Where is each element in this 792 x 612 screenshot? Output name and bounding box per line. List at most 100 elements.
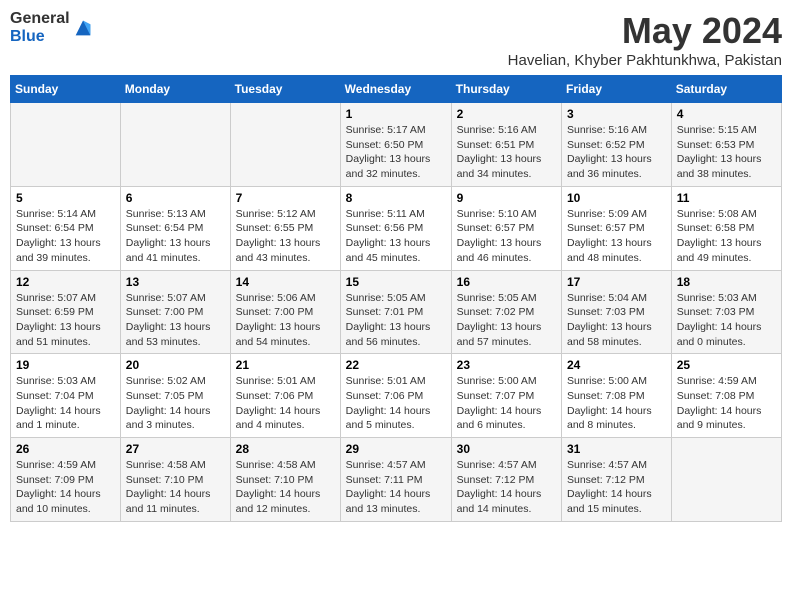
calendar-cell: 25Sunrise: 4:59 AMSunset: 7:08 PMDayligh… (671, 354, 781, 438)
day-number: 19 (16, 358, 115, 372)
day-info: Sunrise: 4:57 AMSunset: 7:12 PMDaylight:… (567, 458, 666, 517)
calendar-cell: 22Sunrise: 5:01 AMSunset: 7:06 PMDayligh… (340, 354, 451, 438)
day-info: Sunrise: 5:09 AMSunset: 6:57 PMDaylight:… (567, 207, 666, 266)
day-number: 12 (16, 275, 115, 289)
calendar-cell: 11Sunrise: 5:08 AMSunset: 6:58 PMDayligh… (671, 186, 781, 270)
header-day-sunday: Sunday (11, 76, 121, 103)
day-info: Sunrise: 5:02 AMSunset: 7:05 PMDaylight:… (126, 374, 225, 433)
day-number: 16 (457, 275, 556, 289)
day-number: 5 (16, 191, 115, 205)
day-number: 3 (567, 107, 666, 121)
week-row-3: 12Sunrise: 5:07 AMSunset: 6:59 PMDayligh… (11, 270, 782, 354)
calendar-cell: 30 Sunrise: 4:57 AMSunset: 7:12 PMDayligh… (451, 438, 561, 522)
logo: General Blue (10, 10, 94, 45)
day-number: 1 (346, 107, 446, 121)
day-number: 30 (457, 442, 556, 456)
week-row-1: 1 Sunrise: 5:17 AMSunset: 6:50 PMDaylight… (11, 103, 782, 187)
day-info: Sunrise: 5:10 AMSunset: 6:57 PMDaylight:… (457, 207, 556, 266)
day-number: 23 (457, 358, 556, 372)
calendar-cell: 27 Sunrise: 4:58 AMSunset: 7:10 PMDayligh… (120, 438, 230, 522)
calendar-cell (230, 103, 340, 187)
calendar-cell: 6 Sunrise: 5:13 AMSunset: 6:54 PMDaylight… (120, 186, 230, 270)
day-number: 24 (567, 358, 666, 372)
day-number: 29 (346, 442, 446, 456)
day-info: Sunrise: 5:04 AMSunset: 7:03 PMDaylight:… (567, 291, 666, 350)
day-info: Sunrise: 5:14 AMSunset: 6:54 PMDaylight:… (16, 207, 115, 266)
title-block: May 2024 Havelian, Khyber Pakhtunkhwa, P… (508, 10, 782, 69)
day-info: Sunrise: 5:01 AMSunset: 7:06 PMDaylight:… (346, 374, 446, 433)
calendar-cell: 28 Sunrise: 4:58 AMSunset: 7:10 PMDayligh… (230, 438, 340, 522)
header-day-monday: Monday (120, 76, 230, 103)
day-number: 13 (126, 275, 225, 289)
day-info: Sunrise: 5:00 AMSunset: 7:08 PMDaylight:… (567, 374, 666, 433)
calendar-cell: 1 Sunrise: 5:17 AMSunset: 6:50 PMDaylight… (340, 103, 451, 187)
calendar-cell: 15 Sunrise: 5:05 AMSunset: 7:01 PMDayligh… (340, 270, 451, 354)
calendar-cell: 9 Sunrise: 5:10 AMSunset: 6:57 PMDaylight… (451, 186, 561, 270)
calendar-cell: 29Sunrise: 4:57 AMSunset: 7:11 PMDayligh… (340, 438, 451, 522)
day-number: 14 (236, 275, 335, 289)
logo-icon (72, 17, 94, 39)
day-info: Sunrise: 5:16 AMSunset: 6:52 PMDaylight:… (567, 123, 666, 182)
calendar-cell (120, 103, 230, 187)
day-info: Sunrise: 5:05 AMSunset: 7:02 PMDaylight:… (457, 291, 556, 350)
logo-general-text: General (10, 10, 70, 28)
calendar-cell: 12Sunrise: 5:07 AMSunset: 6:59 PMDayligh… (11, 270, 121, 354)
calendar-cell: 7 Sunrise: 5:12 AMSunset: 6:55 PMDaylight… (230, 186, 340, 270)
day-number: 10 (567, 191, 666, 205)
day-number: 15 (346, 275, 446, 289)
day-number: 7 (236, 191, 335, 205)
calendar-cell: 14 Sunrise: 5:06 AMSunset: 7:00 PMDayligh… (230, 270, 340, 354)
day-info: Sunrise: 5:00 AMSunset: 7:07 PMDaylight:… (457, 374, 556, 433)
day-info: Sunrise: 5:13 AMSunset: 6:54 PMDaylight:… (126, 207, 225, 266)
header-day-saturday: Saturday (671, 76, 781, 103)
day-info: Sunrise: 5:05 AMSunset: 7:01 PMDaylight:… (346, 291, 446, 350)
day-info: Sunrise: 5:12 AMSunset: 6:55 PMDaylight:… (236, 207, 335, 266)
day-number: 31 (567, 442, 666, 456)
header-day-friday: Friday (562, 76, 672, 103)
location-title: Havelian, Khyber Pakhtunkhwa, Pakistan (508, 52, 782, 69)
calendar-cell: 16 Sunrise: 5:05 AMSunset: 7:02 PMDayligh… (451, 270, 561, 354)
day-number: 21 (236, 358, 335, 372)
day-number: 9 (457, 191, 556, 205)
day-number: 28 (236, 442, 335, 456)
day-info: Sunrise: 5:07 AMSunset: 7:00 PMDaylight:… (126, 291, 225, 350)
day-info: Sunrise: 5:03 AMSunset: 7:04 PMDaylight:… (16, 374, 115, 433)
week-row-5: 26 Sunrise: 4:59 AMSunset: 7:09 PMDayligh… (11, 438, 782, 522)
header-day-wednesday: Wednesday (340, 76, 451, 103)
day-info: Sunrise: 5:01 AMSunset: 7:06 PMDaylight:… (236, 374, 335, 433)
day-info: Sunrise: 5:06 AMSunset: 7:00 PMDaylight:… (236, 291, 335, 350)
day-info: Sunrise: 4:58 AMSunset: 7:10 PMDaylight:… (126, 458, 225, 517)
day-number: 11 (677, 191, 776, 205)
page-header: General Blue May 2024 Havelian, Khyber P… (10, 10, 782, 69)
calendar-cell (671, 438, 781, 522)
day-number: 26 (16, 442, 115, 456)
day-info: Sunrise: 4:58 AMSunset: 7:10 PMDaylight:… (236, 458, 335, 517)
calendar-cell: 4Sunrise: 5:15 AMSunset: 6:53 PMDaylight… (671, 103, 781, 187)
day-info: Sunrise: 5:17 AMSunset: 6:50 PMDaylight:… (346, 123, 446, 182)
day-number: 27 (126, 442, 225, 456)
day-number: 18 (677, 275, 776, 289)
calendar-cell: 20 Sunrise: 5:02 AMSunset: 7:05 PMDayligh… (120, 354, 230, 438)
calendar-cell: 31 Sunrise: 4:57 AMSunset: 7:12 PMDayligh… (562, 438, 672, 522)
week-row-2: 5 Sunrise: 5:14 AMSunset: 6:54 PMDaylight… (11, 186, 782, 270)
calendar-cell: 19 Sunrise: 5:03 AMSunset: 7:04 PMDayligh… (11, 354, 121, 438)
calendar-cell: 24 Sunrise: 5:00 AMSunset: 7:08 PMDayligh… (562, 354, 672, 438)
calendar-cell: 10 Sunrise: 5:09 AMSunset: 6:57 PMDayligh… (562, 186, 672, 270)
day-number: 6 (126, 191, 225, 205)
day-number: 20 (126, 358, 225, 372)
day-number: 2 (457, 107, 556, 121)
day-number: 8 (346, 191, 446, 205)
day-info: Sunrise: 4:57 AMSunset: 7:12 PMDaylight:… (457, 458, 556, 517)
day-number: 25 (677, 358, 776, 372)
day-info: Sunrise: 5:03 AMSunset: 7:03 PMDaylight:… (677, 291, 776, 350)
week-row-4: 19 Sunrise: 5:03 AMSunset: 7:04 PMDayligh… (11, 354, 782, 438)
header-day-tuesday: Tuesday (230, 76, 340, 103)
calendar-cell: 26 Sunrise: 4:59 AMSunset: 7:09 PMDayligh… (11, 438, 121, 522)
calendar-cell: 2Sunrise: 5:16 AMSunset: 6:51 PMDaylight… (451, 103, 561, 187)
calendar-cell: 5 Sunrise: 5:14 AMSunset: 6:54 PMDaylight… (11, 186, 121, 270)
logo-blue-text: Blue (10, 28, 70, 46)
day-info: Sunrise: 4:59 AMSunset: 7:09 PMDaylight:… (16, 458, 115, 517)
calendar-cell: 18 Sunrise: 5:03 AMSunset: 7:03 PMDayligh… (671, 270, 781, 354)
day-info: Sunrise: 5:11 AMSunset: 6:56 PMDaylight:… (346, 207, 446, 266)
day-number: 17 (567, 275, 666, 289)
